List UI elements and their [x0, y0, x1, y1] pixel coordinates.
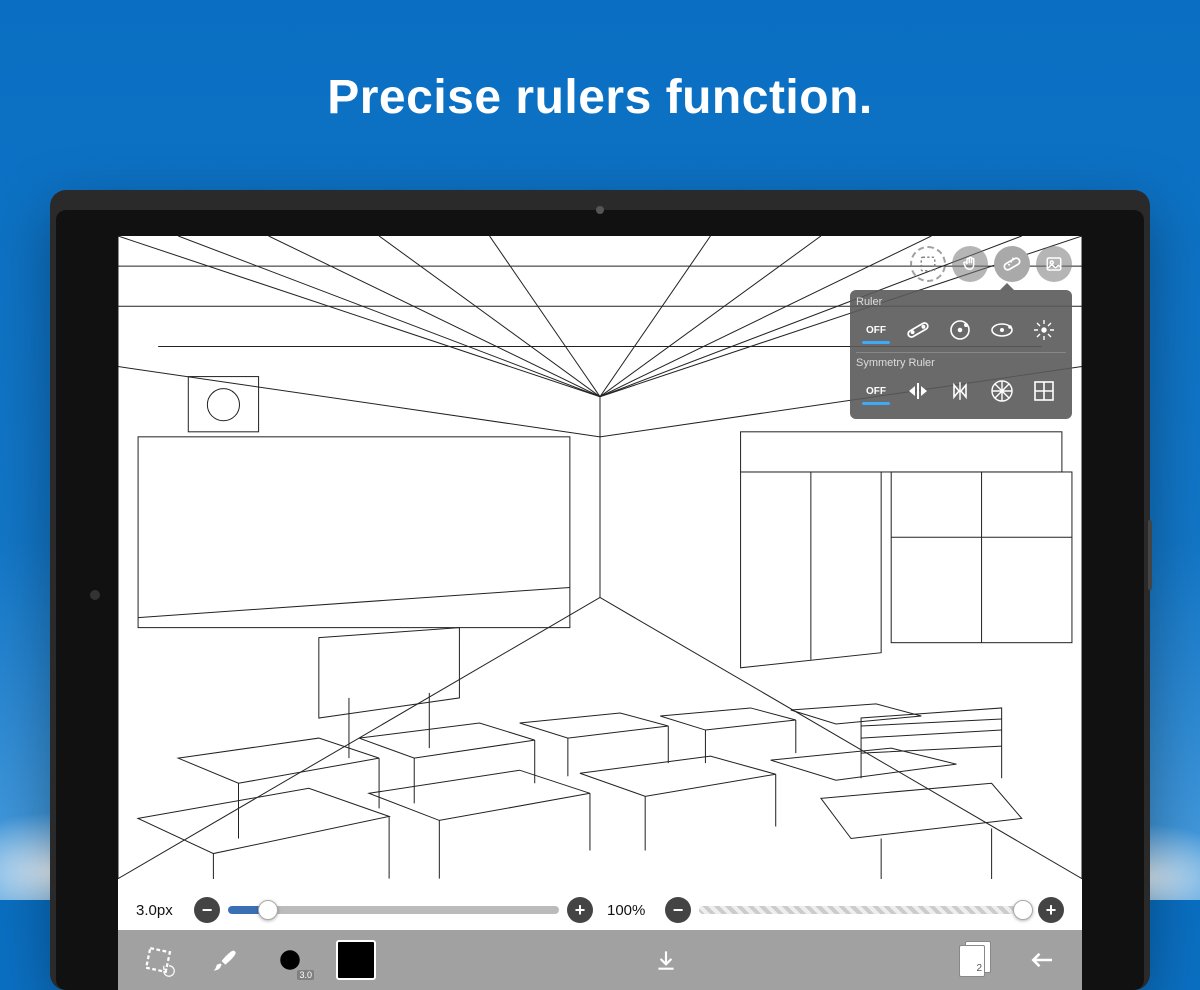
ruler-section-title: Ruler: [856, 296, 1066, 308]
slider-bar: 3.0px − + 100% − +: [118, 890, 1082, 930]
layer-count-label: 2: [976, 963, 982, 974]
brush-size-thumb[interactable]: [258, 900, 278, 920]
selection-tool-button[interactable]: [910, 246, 946, 282]
transform-tool-button[interactable]: [136, 938, 180, 982]
back-button[interactable]: [1020, 938, 1064, 982]
active-indicator: [862, 402, 890, 405]
symmetry-off-label: OFF: [866, 386, 886, 397]
opacity-slider-group: 100% − +: [607, 897, 1064, 923]
brush-size-decrease-button[interactable]: −: [194, 897, 220, 923]
layer-page-front-icon: 2: [959, 945, 985, 977]
ruler-popover: Ruler OFF: [850, 290, 1072, 419]
tablet-camera: [90, 590, 100, 600]
brush-size-slider[interactable]: [228, 906, 559, 914]
circle-ruler-button[interactable]: [940, 312, 980, 348]
opacity-decrease-button[interactable]: −: [665, 897, 691, 923]
brush-size-increase-button[interactable]: +: [567, 897, 593, 923]
horizontal-symmetry-button[interactable]: [940, 373, 980, 409]
popover-divider: [856, 352, 1066, 353]
symmetry-off-button[interactable]: OFF: [856, 373, 896, 409]
radial-ruler-button[interactable]: [1024, 312, 1064, 348]
brush-size-badge: 3.0: [297, 970, 314, 980]
opacity-label: 100%: [607, 902, 657, 919]
popover-arrow-icon: [1000, 283, 1014, 290]
tablet-device: Ruler OFF: [50, 190, 1150, 990]
opacity-increase-button[interactable]: +: [1038, 897, 1064, 923]
brush-size-slider-group: 3.0px − +: [136, 897, 593, 923]
grid-symmetry-button[interactable]: [1024, 373, 1064, 409]
vertical-symmetry-button[interactable]: [898, 373, 938, 409]
symmetry-section-title: Symmetry Ruler: [856, 357, 1066, 369]
color-swatch-icon: [336, 940, 376, 980]
brush-size-label: 3.0px: [136, 902, 186, 919]
layers-button[interactable]: 2: [954, 938, 998, 982]
ellipse-ruler-button[interactable]: [982, 312, 1022, 348]
download-button[interactable]: [644, 938, 688, 982]
bottom-toolbar: 3.0 2: [118, 930, 1082, 990]
reference-image-button[interactable]: [1036, 246, 1072, 282]
hand-tool-button[interactable]: [952, 246, 988, 282]
kaleidoscope-symmetry-button[interactable]: [982, 373, 1022, 409]
ruler-tool-button[interactable]: [994, 246, 1030, 282]
tablet-side-button: [1148, 520, 1152, 590]
active-indicator: [862, 341, 890, 344]
tablet-sensor: [596, 206, 604, 214]
color-swatch-button[interactable]: [334, 938, 378, 982]
app-screen: Ruler OFF: [118, 236, 1082, 990]
marketing-headline: Precise rulers function.: [0, 70, 1200, 125]
ruler-off-label: OFF: [866, 325, 886, 336]
opacity-thumb[interactable]: [1013, 900, 1033, 920]
ruler-off-button[interactable]: OFF: [856, 312, 896, 348]
brush-tool-button[interactable]: [202, 938, 246, 982]
top-tool-chips: [910, 246, 1072, 282]
straight-ruler-button[interactable]: [898, 312, 938, 348]
tablet-inner-frame: Ruler OFF: [56, 210, 1144, 990]
brush-preview-button[interactable]: 3.0: [268, 938, 312, 982]
opacity-slider[interactable]: [699, 906, 1030, 914]
